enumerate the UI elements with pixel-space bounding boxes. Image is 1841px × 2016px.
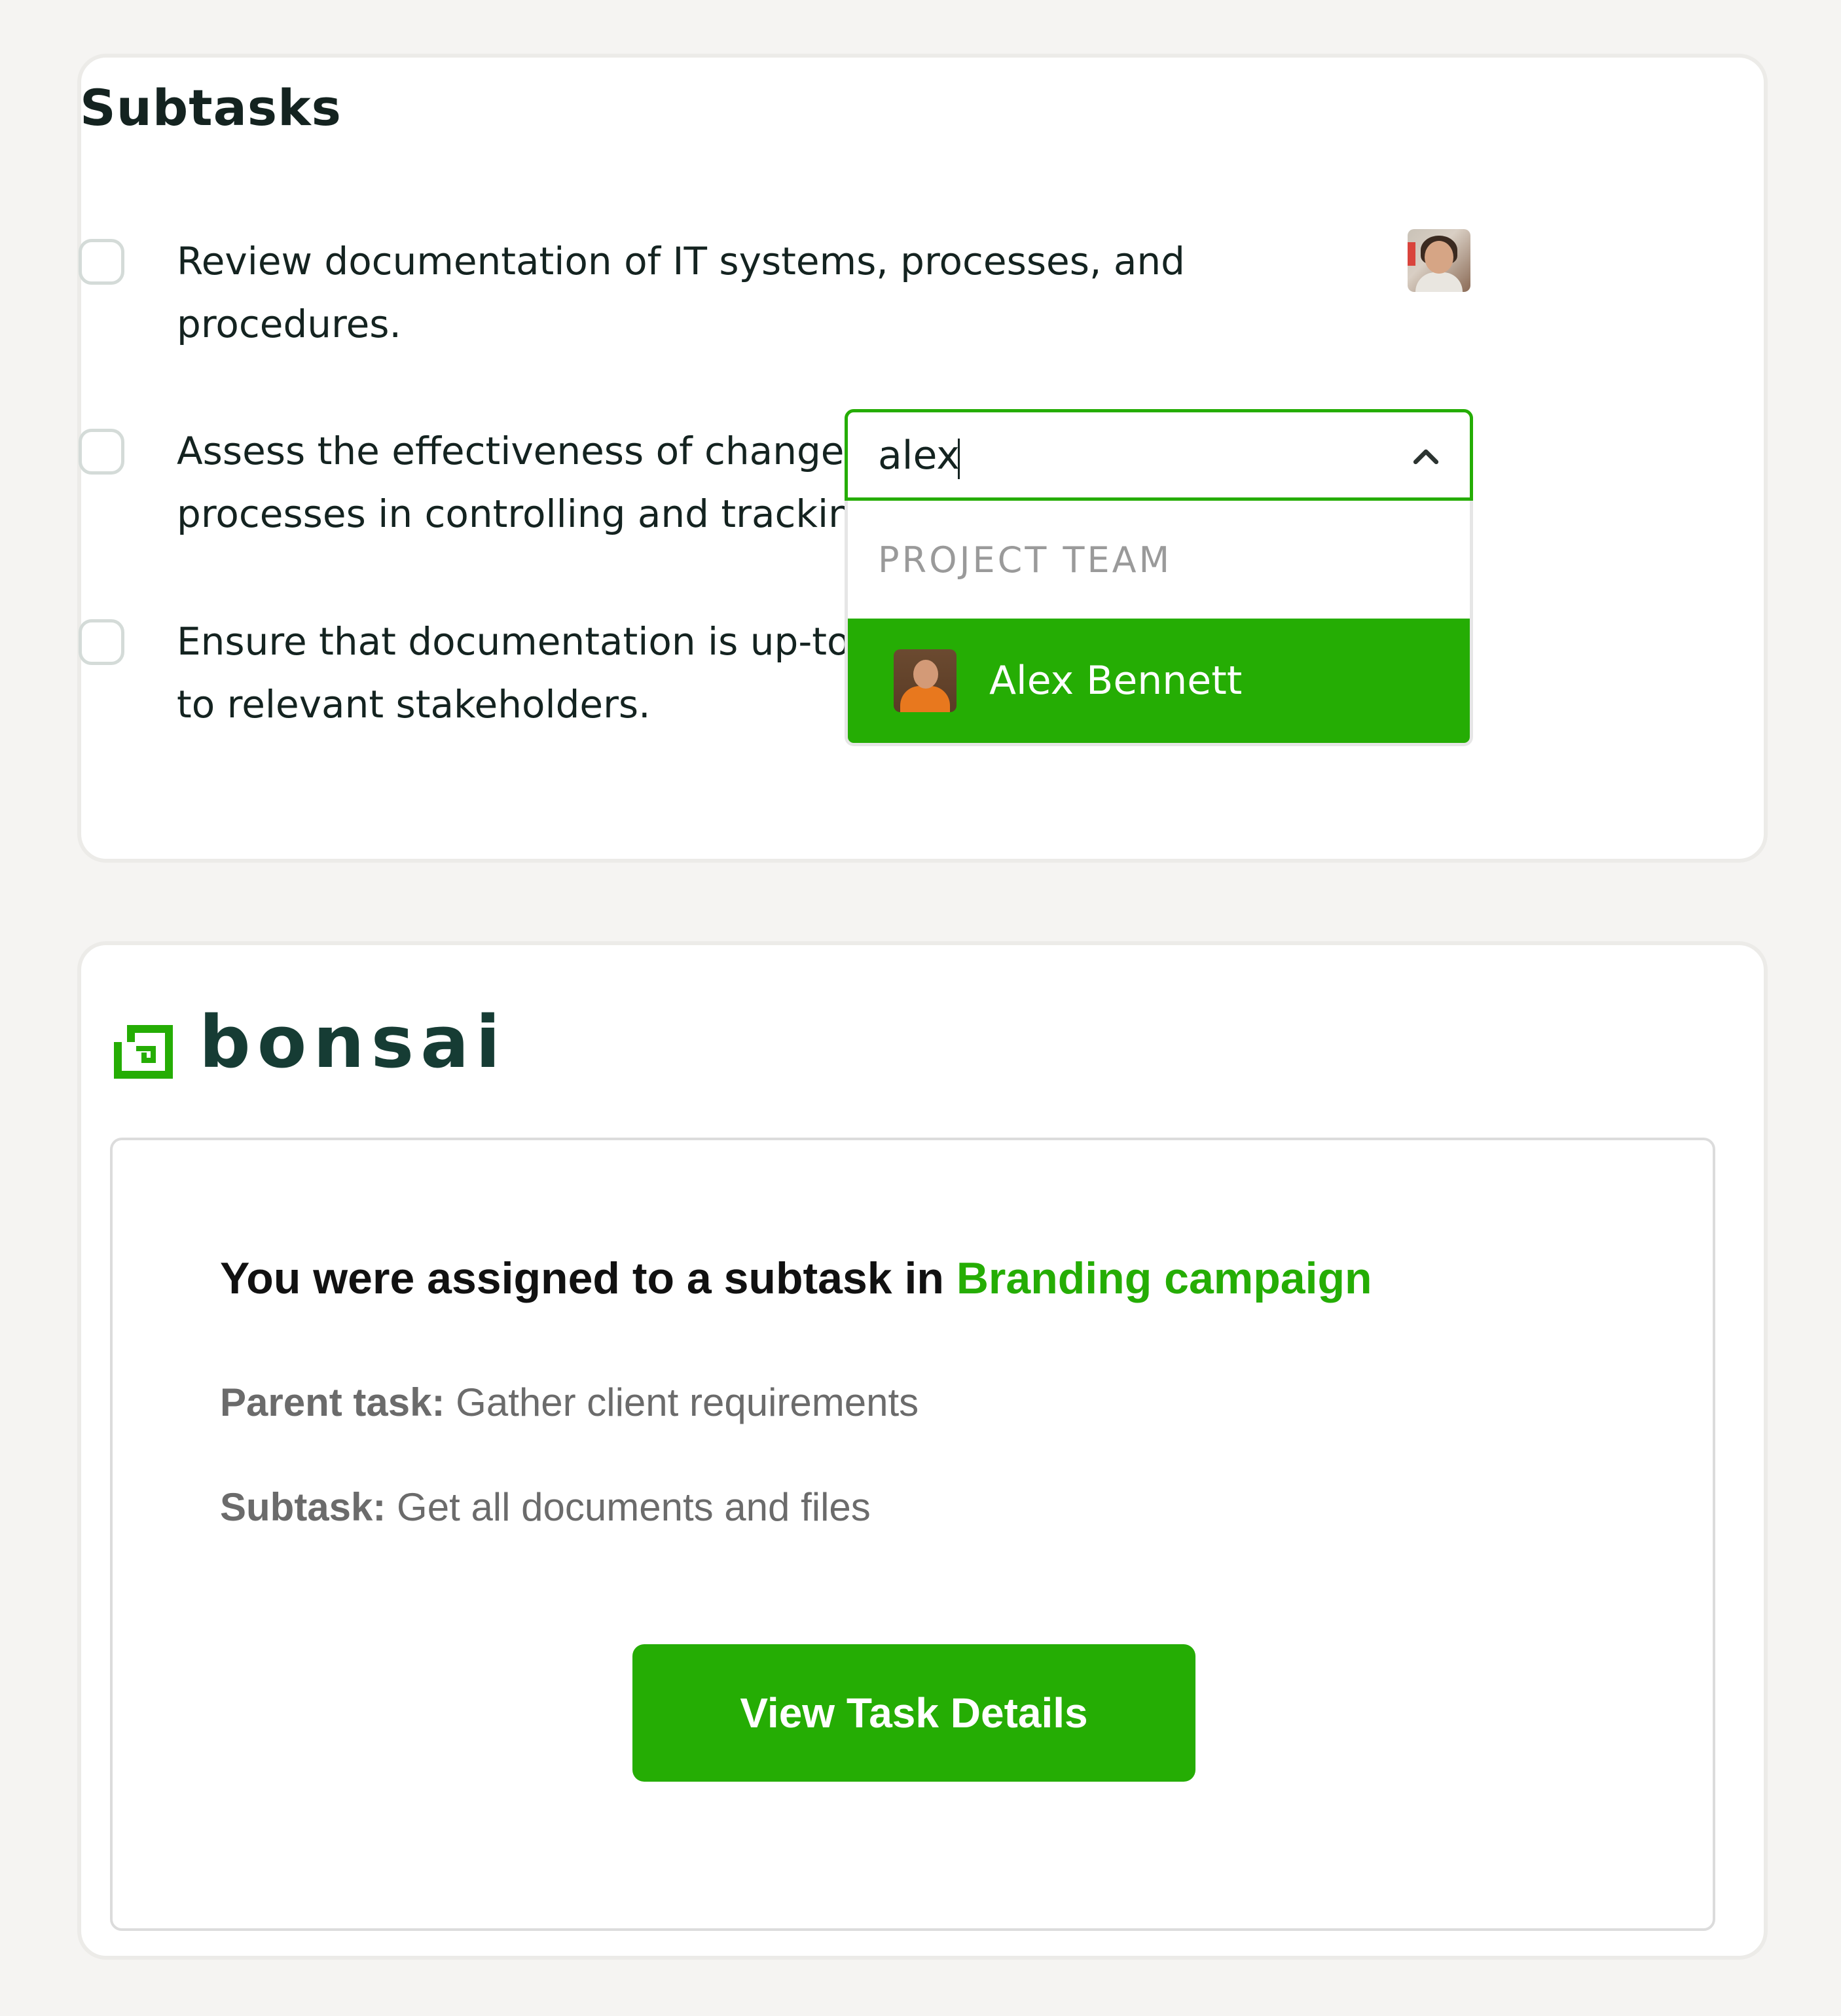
subtask-label: Subtask: — [220, 1485, 386, 1529]
subtask-text: Review documentation of IT systems, proc… — [177, 239, 1185, 346]
text-caret — [958, 439, 960, 479]
subtask-value: Get all documents and files — [386, 1485, 871, 1529]
view-task-details-button[interactable]: View Task Details — [632, 1644, 1195, 1782]
subtask-checkbox[interactable] — [79, 239, 124, 285]
assignee-search-input[interactable] — [878, 429, 1376, 482]
project-link[interactable]: Branding campaign — [957, 1253, 1372, 1303]
dropdown-menu: PROJECT TEAM Alex Bennett — [845, 501, 1473, 746]
assignee-search-box[interactable] — [845, 409, 1473, 501]
chevron-up-icon[interactable] — [1408, 440, 1444, 475]
email-body: You were assigned to a subtask in Brandi… — [110, 1138, 1715, 1931]
subtask-checkbox[interactable] — [79, 429, 124, 475]
email-heading: You were assigned to a subtask in Brandi… — [220, 1253, 1372, 1304]
email-heading-text: You were assigned to a subtask in — [220, 1253, 957, 1303]
subtasks-title: Subtasks — [80, 79, 342, 137]
dropdown-option-alex-bennett[interactable]: Alex Bennett — [848, 619, 1470, 743]
bonsai-logo-icon — [114, 1025, 173, 1079]
dropdown-group-header: PROJECT TEAM — [878, 539, 1173, 581]
option-label: Alex Bennett — [989, 658, 1243, 704]
bonsai-wordmark: bonsai — [199, 1000, 507, 1084]
parent-task-line: Parent task: Gather client requirements — [220, 1380, 919, 1425]
parent-task-label: Parent task: — [220, 1380, 445, 1424]
assignee-avatar[interactable] — [1408, 229, 1470, 292]
assignee-dropdown: PROJECT TEAM Alex Bennett — [845, 409, 1473, 746]
option-avatar — [894, 649, 957, 712]
subtask-checkbox[interactable] — [79, 619, 124, 665]
subtask-line: Subtask: Get all documents and files — [220, 1485, 871, 1530]
parent-task-value: Gather client requirements — [445, 1380, 919, 1424]
